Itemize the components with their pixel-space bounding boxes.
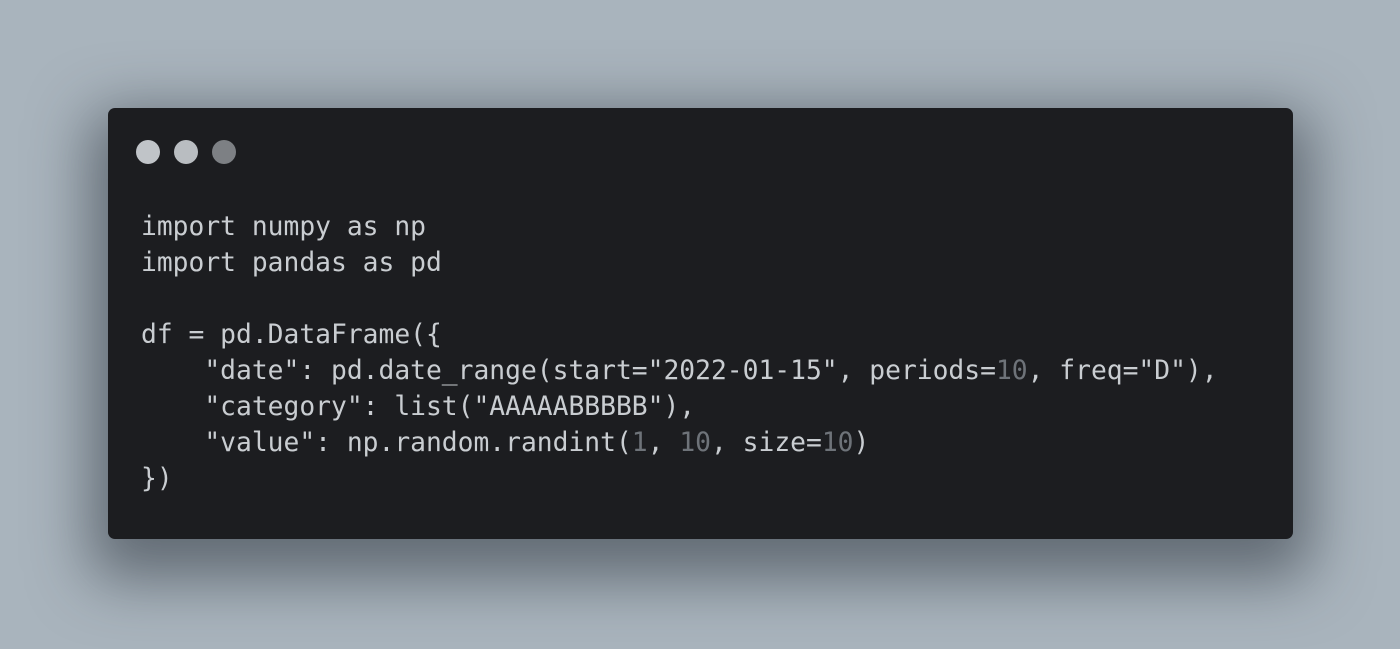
code-token: }) (141, 464, 173, 494)
code-token-number: 10 (821, 428, 854, 458)
code-token: , freq="D"), (1027, 356, 1218, 386)
code-token: "date": pd.date_range(start="2022-01-15"… (141, 356, 996, 386)
code-token-number: 10 (995, 356, 1028, 386)
code-token: "category": list("AAAAABBBBB"), (141, 392, 696, 422)
code-line: "value": np.random.randint(1, 10, size=1… (141, 425, 1218, 461)
code-token-number: 10 (679, 428, 711, 458)
code-token: , (647, 428, 680, 458)
zoom-dot-icon[interactable] (212, 140, 236, 164)
window-controls (136, 140, 236, 164)
code-token: ) (853, 428, 870, 458)
code-token-number: 1 (631, 428, 648, 458)
code-line: import numpy as np (141, 209, 1218, 245)
code-token: df = pd.DataFrame({ (141, 320, 442, 350)
code-line: "date": pd.date_range(start="2022-01-15"… (141, 353, 1218, 389)
code-token: import pandas as pd (141, 248, 442, 278)
minimize-dot-icon[interactable] (174, 140, 198, 164)
code-block: import numpy as np import pandas as pd df … (141, 209, 1218, 497)
code-token: , size= (710, 428, 822, 458)
code-line: import pandas as pd (141, 245, 1218, 281)
code-line: df = pd.DataFrame({ (141, 317, 1218, 353)
code-token: "value": np.random.randint( (141, 428, 632, 458)
code-window: import numpy as np import pandas as pd df … (108, 108, 1293, 539)
close-dot-icon[interactable] (136, 140, 160, 164)
code-line: "category": list("AAAAABBBBB"), (141, 389, 1218, 425)
code-token: import numpy as np (141, 212, 426, 242)
code-line: }) (141, 461, 1218, 497)
